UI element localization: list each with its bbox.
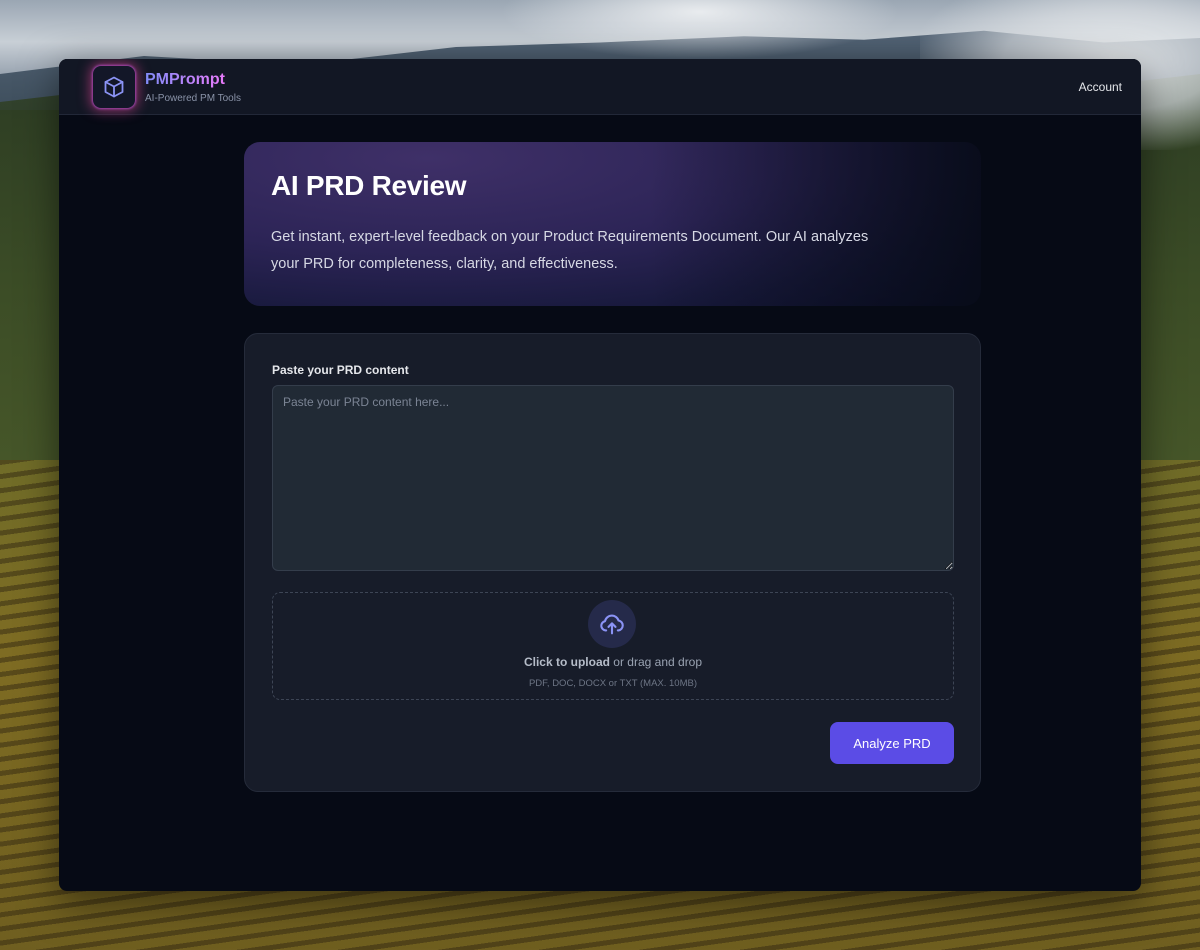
upload-instructions: Click to upload or drag and drop <box>273 655 953 669</box>
cloud-upload-icon <box>600 614 624 635</box>
prd-form-card: Paste your PRD content Click to upload o… <box>244 333 981 792</box>
prd-content-textarea[interactable] <box>272 385 954 571</box>
top-navbar: PMPrompt AI-Powered PM Tools Account <box>59 59 1141 115</box>
cube-icon <box>104 76 124 98</box>
prd-textarea-label: Paste your PRD content <box>272 363 409 377</box>
hero-banner: AI PRD Review Get instant, expert-level … <box>244 142 981 306</box>
click-to-upload-label[interactable]: Click to upload <box>524 655 610 669</box>
upload-icon-circle <box>588 600 636 648</box>
brand-tagline: AI-Powered PM Tools <box>145 93 241 104</box>
app-window: PMPrompt AI-Powered PM Tools Account AI … <box>59 59 1141 891</box>
analyze-prd-button[interactable]: Analyze PRD <box>830 722 954 764</box>
drag-drop-label: or drag and drop <box>609 655 703 669</box>
upload-file-types-hint: PDF, DOC, DOCX or TXT (MAX. 10MB) <box>528 678 698 689</box>
logo[interactable] <box>93 66 135 108</box>
page-description: Get instant, expert-level feedback on yo… <box>271 229 869 272</box>
brand-name: PMPrompt <box>145 71 225 88</box>
account-link[interactable]: Account <box>1079 80 1122 94</box>
file-upload-dropzone[interactable]: Click to upload or drag and drop PDF, DO… <box>272 592 954 700</box>
page-title: AI PRD Review <box>271 170 467 201</box>
